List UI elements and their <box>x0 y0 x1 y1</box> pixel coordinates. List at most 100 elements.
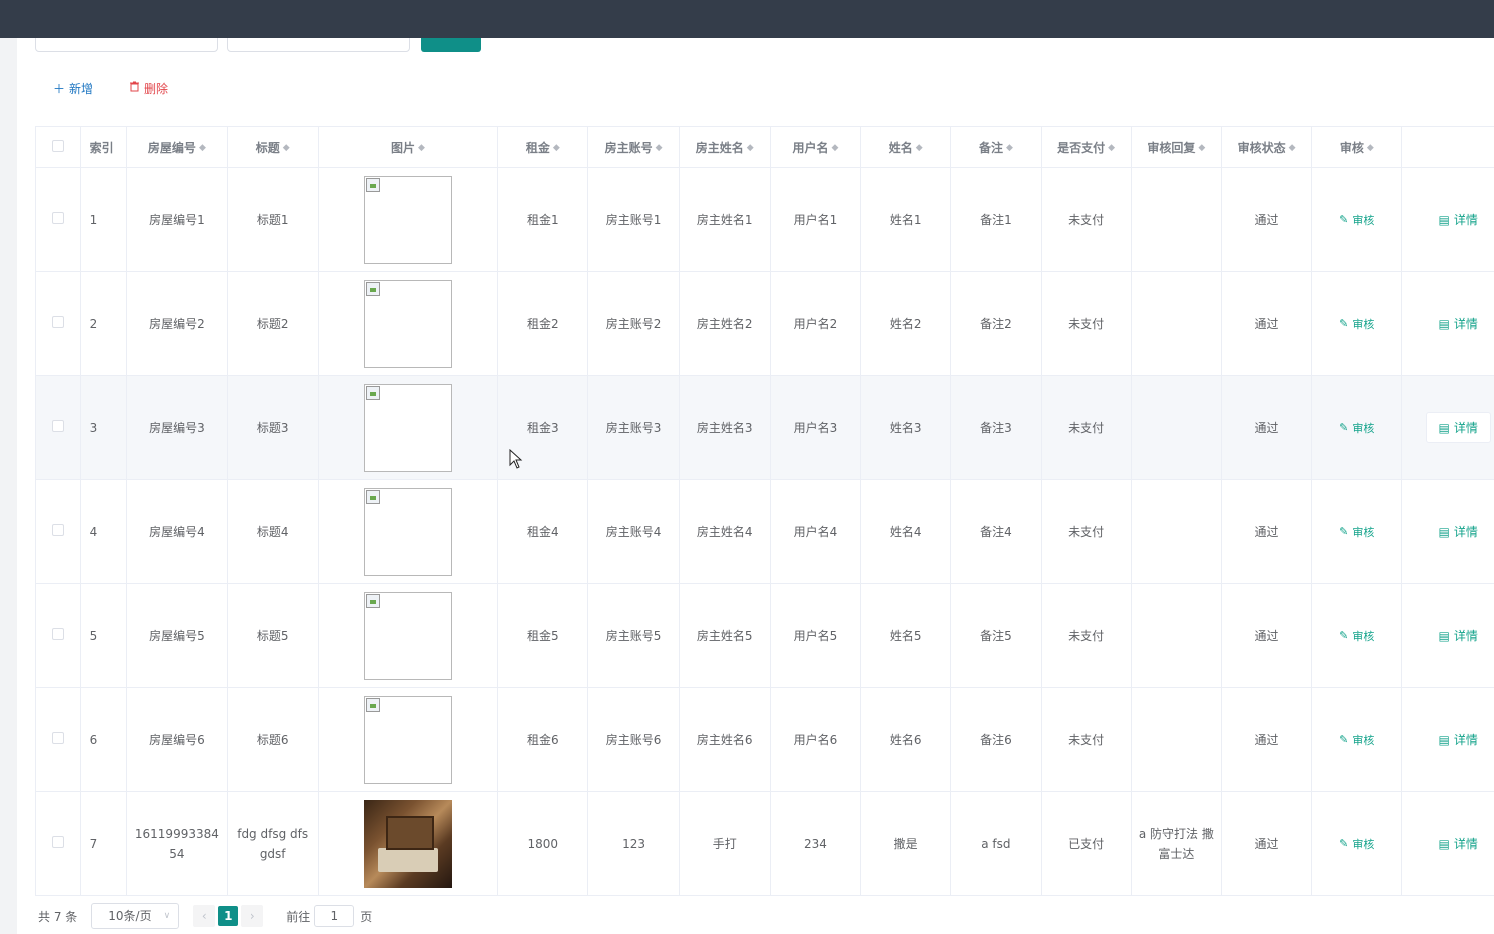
column-header-owner-name[interactable]: 房主姓名 ◆ <box>679 126 771 168</box>
cell-username: 用户名3 <box>770 375 862 480</box>
audit-button[interactable]: ✎ 审核 <box>1339 628 1374 644</box>
sort-icon[interactable]: ◆ <box>283 143 290 153</box>
cell-index: 2 <box>80 271 128 376</box>
cell-owner-name: 房主姓名3 <box>679 375 771 480</box>
column-header-image[interactable]: 图片 ◆ <box>318 126 499 168</box>
sort-icon[interactable]: ◆ <box>418 143 425 153</box>
broken-image-icon[interactable] <box>363 279 452 368</box>
sort-icon[interactable]: ◆ <box>1367 143 1374 153</box>
cell-username: 用户名2 <box>770 271 862 376</box>
detail-button[interactable]: ▤ 详情 <box>1439 211 1478 228</box>
cell-actions: ▤ 详情 <box>1401 375 1494 480</box>
cell-reply <box>1131 687 1222 792</box>
detail-button[interactable]: ▤ 详情 <box>1439 523 1478 540</box>
row-checkbox[interactable] <box>35 791 81 896</box>
column-header-house-no[interactable]: 房屋编号 ◆ <box>126 126 228 168</box>
row-checkbox[interactable] <box>35 271 81 376</box>
trash-icon <box>129 81 140 95</box>
broken-image-icon[interactable] <box>363 591 452 680</box>
cell-paid: 未支付 <box>1041 167 1132 272</box>
detail-button[interactable]: ▤ 详情 <box>1439 835 1478 852</box>
column-header-audit[interactable]: 审核 ◆ <box>1311 126 1403 168</box>
broken-image-icon[interactable] <box>363 383 452 472</box>
row-checkbox[interactable] <box>35 479 81 584</box>
cell-reply <box>1131 375 1222 480</box>
delete-button[interactable]: 删除 <box>129 79 168 97</box>
sort-icon[interactable]: ◆ <box>747 143 754 153</box>
cell-title: 标题6 <box>227 687 319 792</box>
document-icon: ▤ <box>1438 836 1450 851</box>
broken-image-icon[interactable] <box>363 175 452 264</box>
column-header-paid[interactable]: 是否支付 ◆ <box>1041 126 1132 168</box>
column-header-reply[interactable]: 审核回复 ◆ <box>1131 126 1222 168</box>
sort-icon[interactable]: ◆ <box>553 143 560 153</box>
column-header-name[interactable]: 姓名 ◆ <box>860 126 952 168</box>
cell-image <box>318 375 499 480</box>
detail-button[interactable]: ▤ 详情 <box>1439 731 1478 748</box>
sort-icon[interactable]: ◆ <box>1289 143 1296 153</box>
prev-page-button[interactable]: ‹ <box>193 905 216 927</box>
sort-icon[interactable]: ◆ <box>656 143 663 153</box>
cell-audit: ✎ 审核 <box>1311 791 1403 896</box>
sort-icon[interactable]: ◆ <box>1006 143 1013 153</box>
top-bar <box>0 0 1494 38</box>
sort-icon[interactable]: ◆ <box>1198 143 1205 153</box>
edit-icon: ✎ <box>1339 525 1349 538</box>
add-button[interactable]: ＋ 新增 <box>53 79 93 97</box>
cell-remark: 备注2 <box>950 271 1042 376</box>
column-header-status[interactable]: 审核状态 ◆ <box>1221 126 1313 168</box>
sort-icon[interactable]: ◆ <box>199 143 206 153</box>
cell-remark: 备注6 <box>950 687 1042 792</box>
audit-button[interactable]: ✎ 审核 <box>1339 524 1374 540</box>
detail-button[interactable]: ▤ 详情 <box>1439 315 1478 332</box>
select-all-checkbox[interactable] <box>35 126 81 168</box>
column-header-remark[interactable]: 备注 ◆ <box>950 126 1042 168</box>
cell-actions: ▤ 详情 <box>1401 687 1494 792</box>
detail-button[interactable]: ▤ 详情 <box>1425 412 1491 443</box>
column-header-rent[interactable]: 租金 ◆ <box>497 126 589 168</box>
table-row: 5 房屋编号5 标题5 租金5 房主账号5 房主姓名5 用户名5 姓名5 备注5… <box>35 583 1494 688</box>
edit-icon: ✎ <box>1339 213 1349 226</box>
cell-paid: 未支付 <box>1041 583 1132 688</box>
page-size-select[interactable]: 10条/页 ∨ <box>91 903 180 929</box>
audit-button[interactable]: ✎ 审核 <box>1339 420 1374 436</box>
row-checkbox[interactable] <box>35 167 81 272</box>
detail-button[interactable]: ▤ 详情 <box>1439 627 1478 644</box>
cell-owner-name: 房主姓名6 <box>679 687 771 792</box>
broken-image-icon[interactable] <box>363 695 452 784</box>
document-icon: ▤ <box>1438 732 1450 747</box>
next-page-button[interactable]: › <box>241 905 264 927</box>
cell-house-no: 房屋编号6 <box>126 687 228 792</box>
sort-icon[interactable]: ◆ <box>1108 143 1115 153</box>
row-checkbox[interactable] <box>35 687 81 792</box>
audit-button[interactable]: ✎ 审核 <box>1339 732 1374 748</box>
cell-owner-account: 房主账号2 <box>587 271 680 376</box>
document-icon: ▤ <box>1438 628 1450 643</box>
cell-reply <box>1131 167 1222 272</box>
pagination: 共 7 条 10条/页 ∨ ‹ 1 › 前往 1 页 <box>38 902 372 930</box>
chevron-down-icon: ∨ <box>163 911 171 921</box>
bedroom-photo[interactable] <box>363 799 452 888</box>
row-checkbox[interactable] <box>35 375 81 480</box>
audit-button[interactable]: ✎ 审核 <box>1339 316 1374 332</box>
column-header-owner-account[interactable]: 房主账号 ◆ <box>587 126 680 168</box>
column-header-index: 索引 <box>80 126 128 168</box>
cell-rent: 租金4 <box>497 479 589 584</box>
table-row: 4 房屋编号4 标题4 租金4 房主账号4 房主姓名4 用户名4 姓名4 备注4… <box>35 479 1494 584</box>
row-checkbox[interactable] <box>35 583 81 688</box>
goto-page-input[interactable]: 1 <box>314 905 355 927</box>
column-header-title[interactable]: 标题 ◆ <box>227 126 319 168</box>
broken-image-icon[interactable] <box>363 487 452 576</box>
mouse-cursor-icon <box>509 449 523 469</box>
audit-button[interactable]: ✎ 审核 <box>1339 836 1374 852</box>
audit-button[interactable]: ✎ 审核 <box>1339 212 1374 228</box>
cell-house-no: 房屋编号5 <box>126 583 228 688</box>
column-header-username[interactable]: 用户名 ◆ <box>770 126 862 168</box>
sort-icon[interactable]: ◆ <box>916 143 923 153</box>
sort-icon[interactable]: ◆ <box>832 143 839 153</box>
edit-icon: ✎ <box>1339 421 1349 434</box>
cell-status: 通过 <box>1221 791 1313 896</box>
pagination-total: 共 7 条 <box>38 909 78 924</box>
page-number-current[interactable]: 1 <box>218 906 239 926</box>
document-icon: ▤ <box>1438 420 1450 435</box>
